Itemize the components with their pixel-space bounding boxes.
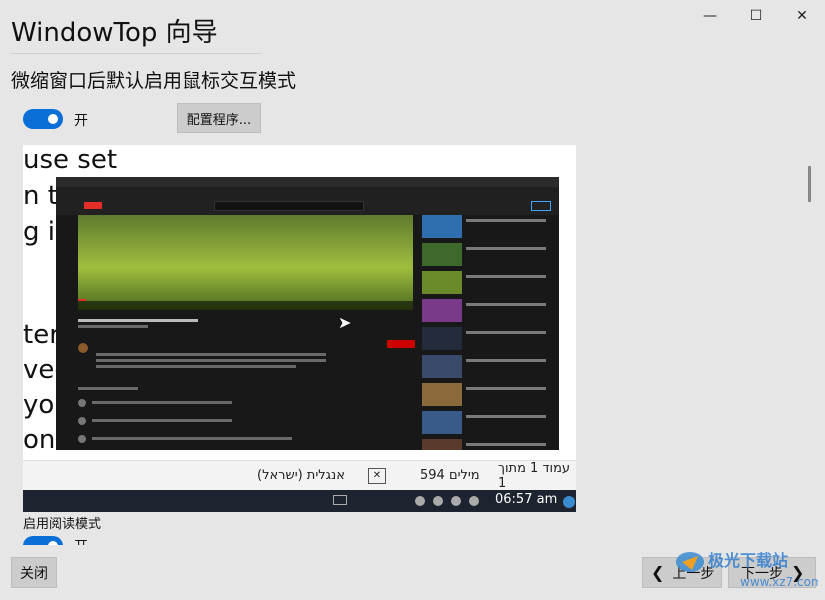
close-icon: ✕ <box>796 8 808 24</box>
video-controls <box>78 301 413 310</box>
reading-mode-toggle-label: 开 <box>74 536 88 545</box>
configure-programs-button[interactable]: 配置程序... <box>177 103 261 133</box>
maximize-button[interactable]: ☐ <box>733 0 779 32</box>
subscribe-button <box>387 340 415 348</box>
video-thumbnail <box>422 355 462 378</box>
video-progress <box>78 299 86 301</box>
svg-text:极光下载站: 极光下载站 <box>708 551 788 570</box>
description-line <box>96 353 326 356</box>
close-button[interactable]: 关闭 <box>11 557 57 588</box>
reading-mode-row: 开 <box>0 530 825 545</box>
toggle-knob <box>48 114 58 124</box>
thumbnail-title <box>466 331 546 334</box>
doc-line: on <box>23 425 56 455</box>
doc-line: n t <box>23 181 58 211</box>
taskbar-icon <box>433 496 443 506</box>
language-status: אנגלית (ישראל) <box>257 468 345 483</box>
toggle-knob <box>48 541 58 545</box>
video-thumbnail <box>422 243 462 266</box>
thumbnail-title <box>466 443 546 446</box>
thumbnail-title <box>466 359 546 362</box>
mouse-interaction-toggle[interactable] <box>23 109 63 129</box>
proofing-icon: ✕ <box>368 467 386 484</box>
comment-line <box>92 401 232 404</box>
thumbnail-title <box>466 219 546 222</box>
window-controls: — ☐ ✕ <box>687 0 825 32</box>
reading-mode-toggle[interactable] <box>23 536 63 545</box>
thumbnail-title <box>466 303 546 306</box>
video-title-bar <box>78 319 198 322</box>
video-thumbnail <box>422 215 462 238</box>
doc-line: g i <box>23 217 55 247</box>
video-thumbnail <box>422 411 462 434</box>
minimize-icon: — <box>703 8 717 24</box>
page-status: עמוד 1 מתוך 1 <box>498 460 571 491</box>
wizard-title: WindowTop 向导 <box>11 18 218 48</box>
video-thumbnail <box>422 439 462 450</box>
taskbar-icon <box>333 495 347 505</box>
maximize-icon: ☐ <box>749 8 763 24</box>
browser-address-bar <box>56 187 559 197</box>
description-line <box>96 359 326 362</box>
mouse-cursor-icon: ➤ <box>338 313 352 332</box>
comments-header <box>78 387 138 390</box>
video-thumbnail <box>422 299 462 322</box>
taskbar-icon <box>469 496 479 506</box>
sign-in-button <box>531 201 551 211</box>
comment-avatar <box>78 435 86 443</box>
thumbnail-title <box>466 387 546 390</box>
svg-text:www.xz7.com: www.xz7.com <box>740 575 818 589</box>
taskbar-icon <box>451 496 461 506</box>
youtube-logo <box>84 202 102 209</box>
channel-avatar <box>78 343 88 353</box>
taskbar: 06:57 am <box>23 490 576 512</box>
comment-avatar <box>78 399 86 407</box>
video-thumbnail <box>422 327 462 350</box>
taskbar-clock: 06:57 am <box>495 492 558 507</box>
notification-icon <box>563 496 575 508</box>
recommended-videos <box>422 215 552 450</box>
word-status-bar: אנגלית (ישראל) ✕ 594 מילים עמוד 1 מתוך 1 <box>23 460 576 491</box>
description-line <box>96 365 296 368</box>
minimize-button[interactable]: — <box>687 0 733 32</box>
chevron-left-icon: ❮ <box>651 563 665 582</box>
video-thumbnail <box>422 271 462 294</box>
title-divider <box>11 53 261 54</box>
video-thumbnail <box>422 383 462 406</box>
browser-tab-strip <box>56 177 559 187</box>
doc-line: use set <box>23 145 118 175</box>
comment-avatar <box>78 417 86 425</box>
comment-line <box>92 419 232 422</box>
video-player <box>78 215 413 310</box>
preview-image: use set n t g i tern ved you on ➤ אנגלית… <box>23 145 576 512</box>
thumbnail-title <box>466 247 546 250</box>
scrollbar-thumb[interactable] <box>808 166 811 202</box>
miniature-browser-window: ➤ <box>56 177 559 450</box>
close-window-button[interactable]: ✕ <box>779 0 825 32</box>
thumbnail-title <box>466 415 546 418</box>
video-meta-bar <box>78 325 148 328</box>
youtube-header <box>56 197 559 215</box>
wizard-subtitle: 微缩窗口后默认启用鼠标交互模式 <box>11 70 297 92</box>
thumbnail-title <box>466 275 546 278</box>
youtube-search-box <box>214 201 364 211</box>
site-watermark-logo: 极光下载站 www.xz7.com <box>676 551 818 589</box>
word-count-status: 594 מילים <box>420 468 480 483</box>
taskbar-icon <box>415 496 425 506</box>
comment-line <box>92 437 292 440</box>
mouse-interaction-toggle-label: 开 <box>74 113 88 129</box>
